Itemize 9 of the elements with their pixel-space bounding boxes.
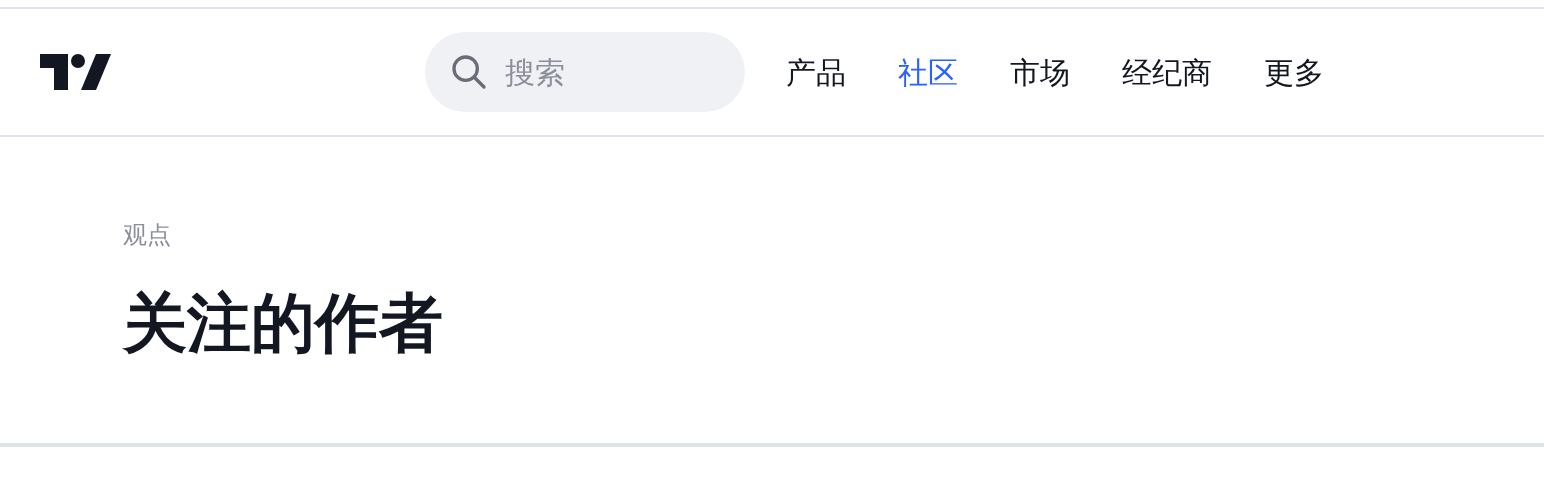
nav-link[interactable]: 社区 <box>898 49 958 95</box>
logo-icon[interactable] <box>40 54 111 90</box>
page-title: 关注的作者 <box>123 285 444 362</box>
nav-link[interactable]: 经纪商 <box>1122 49 1212 95</box>
search-icon <box>449 52 489 92</box>
search-field[interactable]: 搜索 <box>425 32 745 112</box>
nav-link[interactable]: 产品 <box>786 49 846 95</box>
nav-link[interactable]: 更多 <box>1264 49 1324 95</box>
nav-link[interactable]: 市场 <box>1010 49 1070 95</box>
